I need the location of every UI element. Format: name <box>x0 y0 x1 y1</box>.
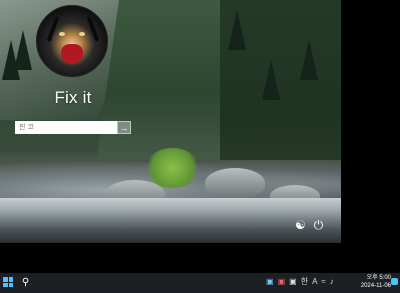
power-icon[interactable]: ⏻ <box>314 219 324 231</box>
background-bush <box>145 148 200 188</box>
ime-indicator[interactable]: 한 <box>301 276 308 287</box>
tiger-stripe <box>86 16 100 42</box>
taskbar-left: ⚲ <box>3 276 32 289</box>
arrow-right-icon: → <box>119 123 129 133</box>
tiger-eye <box>59 32 65 36</box>
tree <box>262 60 280 100</box>
tiger-stripe <box>46 16 60 42</box>
system-tray: ▣ ▣ ▣ 한 A ≈ ♪ <box>266 276 334 287</box>
tray-app-icon[interactable]: ▣ <box>266 277 274 286</box>
taskbar: ⚲ ▣ ▣ ▣ 한 A ≈ ♪ 오후 5:00 2024-11-06 <box>0 273 400 293</box>
notification-icon[interactable] <box>391 278 398 285</box>
tree <box>300 40 318 80</box>
user-avatar <box>36 5 108 77</box>
clock-time: 오후 5:00 <box>366 275 391 281</box>
accessibility-icon[interactable]: ☯ <box>295 219 306 231</box>
taskbar-clock[interactable]: 오후 5:00 2024-11-06 <box>355 274 391 290</box>
search-icon: ⚲ <box>21 277 30 288</box>
language-indicator[interactable]: A <box>312 277 317 286</box>
tiger-mouth <box>61 44 83 64</box>
search-button[interactable]: ⚲ <box>19 276 32 289</box>
bottom-black-area <box>0 243 341 273</box>
username-label: Fix it <box>54 88 92 107</box>
volume-icon[interactable]: ♪ <box>330 277 334 286</box>
submit-arrow-button[interactable]: → <box>117 121 131 134</box>
tray-app-icon[interactable]: ▣ <box>289 277 297 286</box>
windows-logo-icon <box>3 277 13 287</box>
boulder <box>205 168 265 198</box>
start-button[interactable] <box>3 276 16 289</box>
clock-date: 2024-11-06 <box>360 283 391 289</box>
right-black-area <box>341 0 400 273</box>
background-river <box>0 198 341 243</box>
lock-screen: Fix it → ☯ ⏻ <box>0 0 341 243</box>
tree <box>228 10 246 50</box>
tiger-eye <box>79 32 85 36</box>
lock-screen-corner-actions: ☯ ⏻ <box>295 219 323 231</box>
pin-entry: → <box>15 121 131 134</box>
tree <box>14 30 32 70</box>
tray-app-icon[interactable]: ▣ <box>278 277 286 286</box>
wifi-icon[interactable]: ≈ <box>321 277 325 286</box>
pin-input[interactable] <box>15 121 117 134</box>
